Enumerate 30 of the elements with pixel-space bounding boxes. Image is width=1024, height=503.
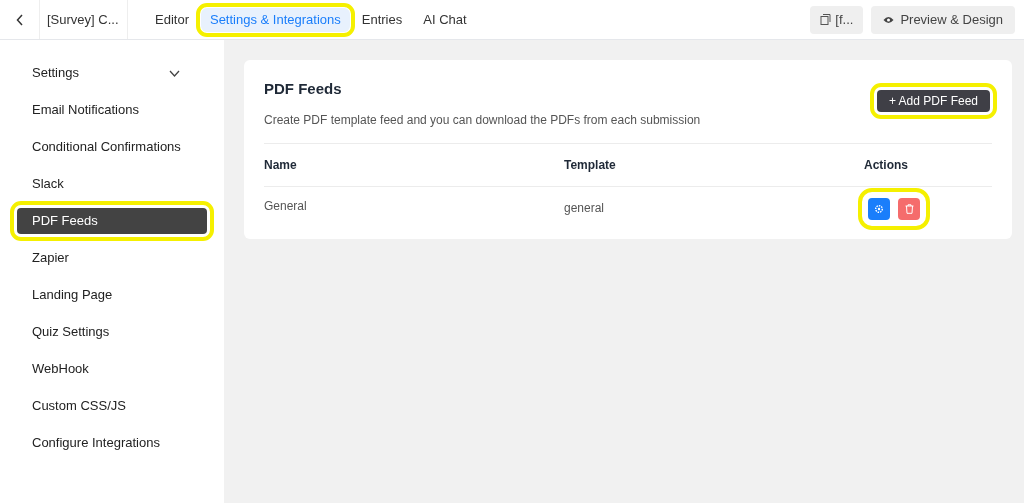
sidebar-item[interactable]: Quiz Settings bbox=[17, 319, 207, 345]
nav-tab[interactable]: AI Chat bbox=[414, 7, 476, 32]
delete-button[interactable] bbox=[898, 197, 920, 220]
sidebar-item[interactable]: Configure Integrations bbox=[17, 430, 207, 456]
column-header: Name bbox=[264, 143, 564, 186]
shortcode-button[interactable]: [f... bbox=[810, 5, 864, 34]
table-cell: General bbox=[264, 186, 564, 221]
sidebar-item[interactable]: Landing Page bbox=[17, 282, 207, 308]
nav-tab[interactable]: Entries bbox=[352, 7, 412, 32]
sidebar-item[interactable]: Custom CSS/JS bbox=[17, 393, 207, 419]
card-title: PDF Feeds bbox=[264, 79, 343, 99]
trash-icon bbox=[904, 203, 914, 214]
gear-icon bbox=[874, 203, 884, 214]
column-header: Template bbox=[564, 143, 864, 186]
back-icon bbox=[15, 13, 24, 26]
sidebar-item[interactable]: Slack bbox=[17, 171, 207, 197]
sidebar-item[interactable]: WebHook bbox=[17, 356, 207, 382]
column-header: Actions bbox=[864, 143, 992, 186]
settings-group-toggle[interactable]: Settings bbox=[17, 60, 195, 86]
copy-icon bbox=[820, 14, 832, 25]
nav-tab[interactable]: Editor bbox=[146, 7, 198, 32]
preview-button[interactable]: Preview & Design bbox=[871, 5, 1015, 34]
sidebar-item[interactable]: Email Notifications bbox=[17, 97, 207, 123]
sidebar-item[interactable]: Zapier bbox=[17, 245, 207, 271]
sidebar-item[interactable]: Conditional Confirmations bbox=[17, 134, 207, 160]
settings-button[interactable] bbox=[868, 197, 890, 220]
eye-icon bbox=[883, 15, 895, 24]
table-cell: general bbox=[564, 186, 864, 221]
form-title[interactable]: [Survey] C... bbox=[40, 0, 128, 39]
card-description: Create PDF template feed and you can download the PDFs from each submission bbox=[264, 111, 701, 129]
